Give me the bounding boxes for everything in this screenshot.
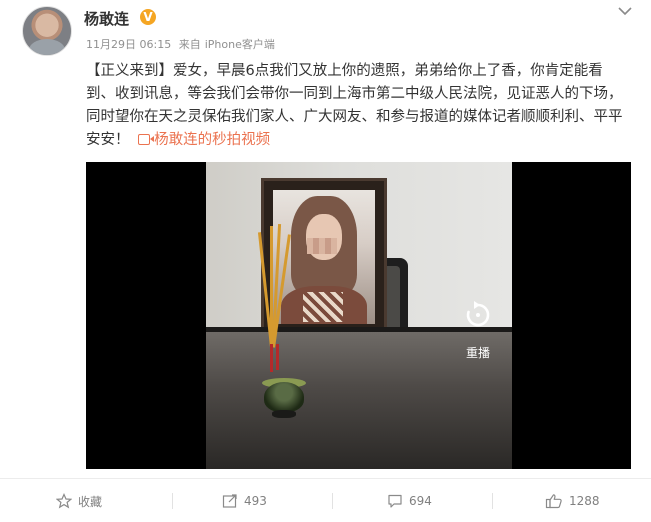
memorial-photo <box>273 190 375 324</box>
video-link-label: 杨敢连的秒拍视频 <box>154 132 271 148</box>
source-prefix: 来自 <box>178 38 201 51</box>
blurred-face-mosaic <box>307 238 337 254</box>
video-frame: 重播 <box>206 162 512 469</box>
incense-censer <box>262 368 306 420</box>
action-divider <box>172 493 173 509</box>
comment-button[interactable]: 694 <box>387 479 432 522</box>
like-count: 1288 <box>569 494 600 508</box>
verified-badge-icon: V <box>140 9 156 25</box>
post-meta: 11月29日 06:15 来自 iPhone客户端 <box>86 36 279 52</box>
author-name[interactable]: 杨敢连 <box>84 8 129 29</box>
weibo-post-card: 杨敢连 V 11月29日 06:15 来自 iPhone客户端 【正义来到】爱女，… <box>0 0 651 522</box>
post-source[interactable]: iPhone客户端 <box>205 38 275 51</box>
favorite-label: 收藏 <box>78 494 103 509</box>
more-options-chevron-icon[interactable] <box>615 2 635 20</box>
video-player[interactable]: 重播 <box>86 162 631 469</box>
comment-count: 694 <box>409 494 432 508</box>
video-icon <box>138 134 155 145</box>
replay-icon <box>461 298 495 332</box>
replay-label: 重播 <box>465 346 490 360</box>
repost-icon <box>222 494 237 508</box>
repost-count: 493 <box>244 494 267 508</box>
action-divider <box>332 493 333 509</box>
like-button[interactable]: 1288 <box>545 479 600 522</box>
star-icon <box>56 493 72 509</box>
post-timestamp[interactable]: 11月29日 06:15 <box>86 38 171 51</box>
post-content: 【正义来到】爱女，早晨6点我们又放上你的遗照，弟弟给你上了香，你肯定能看到、收到… <box>86 60 626 152</box>
thumbs-up-icon <box>545 494 562 509</box>
incense-base <box>276 344 279 370</box>
replay-button[interactable]: 重播 <box>452 298 504 368</box>
action-bar: 收藏 493 694 1288 <box>0 478 651 522</box>
comment-icon <box>388 494 402 508</box>
action-divider <box>492 493 493 509</box>
repost-button[interactable]: 493 <box>222 479 267 522</box>
favorite-button[interactable]: 收藏 <box>56 479 102 522</box>
video-link[interactable]: 杨敢连的秒拍视频 <box>134 132 270 148</box>
avatar[interactable] <box>22 6 72 56</box>
post-topic-tag: 【正义来到】 <box>86 63 173 79</box>
